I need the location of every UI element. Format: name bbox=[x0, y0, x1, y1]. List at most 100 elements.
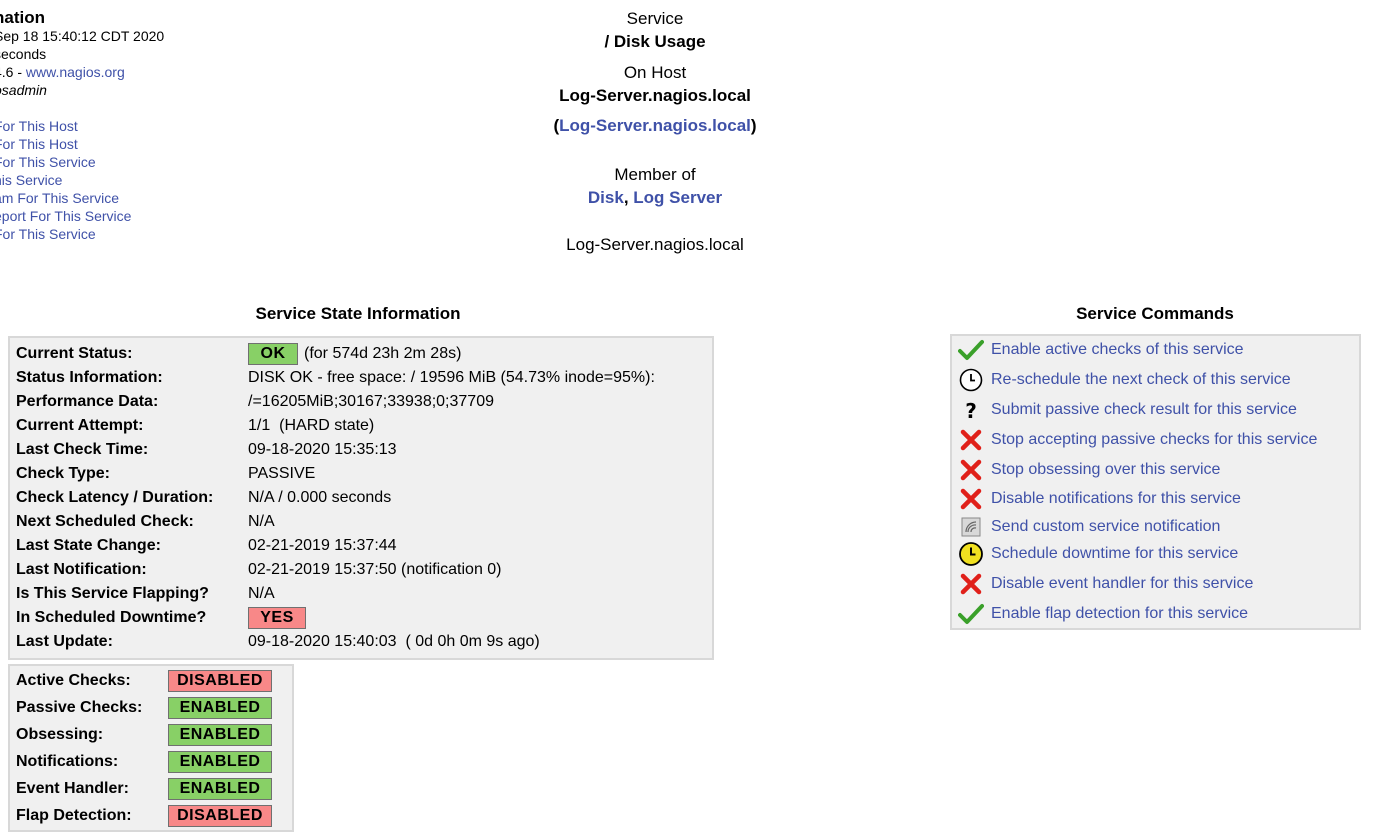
state-value: PASSIVE bbox=[248, 465, 316, 482]
nav-link-service-trends[interactable]: his Service bbox=[0, 171, 214, 189]
state-row-last-check: Last Check Time: 09-18-2020 15:35:13 bbox=[16, 438, 397, 462]
state-label: Check Latency / Duration: bbox=[16, 489, 214, 506]
flag-label: Passive Checks: bbox=[16, 699, 143, 716]
nagios-website-link[interactable]: www.nagios.org bbox=[26, 64, 125, 80]
command-enable-flap-detection[interactable]: Enable flap detection for this service bbox=[956, 600, 1248, 628]
state-value: 09-18-2020 15:40:03 ( 0d 0h 0m 9s ago) bbox=[248, 633, 540, 650]
command-disable-notifications[interactable]: Disable notifications for this service bbox=[956, 485, 1241, 513]
state-row-last-notification: Last Notification: 02-21-2019 15:37:50 (… bbox=[16, 558, 502, 582]
checkmark-icon bbox=[956, 336, 986, 364]
nav-link-alert-histogram[interactable]: am For This Service bbox=[0, 189, 214, 207]
state-row-current-attempt: Current Attempt: 1/1 (HARD state) bbox=[16, 414, 374, 438]
service-commands-panel: Enable active checks of this service Re-… bbox=[950, 334, 1361, 630]
state-label: Next Scheduled Check: bbox=[16, 513, 194, 530]
state-value: 02-21-2019 15:37:50 (notification 0) bbox=[248, 561, 502, 578]
state-value: /=16205MiB;30167;33938;0;37709 bbox=[248, 393, 494, 410]
servicegroups: Disk, Log Server bbox=[455, 186, 855, 210]
state-value: 1/1 (HARD state) bbox=[248, 417, 375, 434]
state-label: Performance Data: bbox=[16, 393, 159, 410]
command-link[interactable]: Stop accepting passive checks for this s… bbox=[991, 431, 1317, 449]
command-stop-passive-checks[interactable]: Stop accepting passive checks for this s… bbox=[956, 426, 1317, 454]
state-value: (for 574d 23h 2m 28s) bbox=[304, 345, 462, 362]
command-link[interactable]: Submit passive check result for this ser… bbox=[991, 401, 1297, 419]
nav-link-availability-report[interactable]: eport For This Service bbox=[0, 207, 214, 225]
commands-section-title: Service Commands bbox=[1076, 304, 1234, 323]
paren-close: ) bbox=[750, 116, 757, 135]
info-title: nation bbox=[0, 8, 45, 27]
state-label: Is This Service Flapping? bbox=[16, 585, 209, 602]
command-link[interactable]: Disable event handler for this service bbox=[991, 575, 1253, 593]
state-value: 02-21-2019 15:37:44 bbox=[248, 537, 397, 554]
question-icon: ? bbox=[956, 396, 986, 424]
command-link[interactable]: Send custom service notification bbox=[991, 518, 1220, 536]
state-value: N/A bbox=[248, 513, 275, 530]
cross-icon bbox=[956, 456, 986, 484]
command-link[interactable]: Schedule downtime for this service bbox=[991, 545, 1238, 563]
member-of-label: Member of bbox=[614, 165, 696, 184]
info-panel: nation Sep 18 15:40:12 CDT 2020 seconds … bbox=[0, 8, 214, 243]
cross-icon bbox=[956, 570, 986, 598]
servicegroup-link-log-server[interactable]: Log Server bbox=[633, 188, 722, 207]
group-separator: , bbox=[623, 188, 634, 207]
info-refresh: seconds bbox=[0, 46, 47, 62]
command-disable-event-handler[interactable]: Disable event handler for this service bbox=[956, 570, 1253, 598]
command-submit-passive-result[interactable]: ? Submit passive check result for this s… bbox=[956, 396, 1297, 424]
state-row-latency: Check Latency / Duration: N/A / 0.000 se… bbox=[16, 486, 391, 510]
command-send-custom-notification[interactable]: Send custom service notification bbox=[956, 513, 1220, 541]
command-stop-obsessing[interactable]: Stop obsessing over this service bbox=[956, 456, 1220, 484]
command-schedule-downtime[interactable]: Schedule downtime for this service bbox=[956, 540, 1238, 568]
command-link[interactable]: Enable active checks of this service bbox=[991, 341, 1244, 359]
flag-label: Active Checks: bbox=[16, 672, 131, 689]
state-row-last-update: Last Update: 09-18-2020 15:40:03 ( 0d 0h… bbox=[16, 630, 540, 654]
state-label: Last Notification: bbox=[16, 561, 147, 578]
flag-badge: ENABLED bbox=[168, 778, 272, 800]
host-address: Log-Server.nagios.local bbox=[566, 235, 744, 254]
flag-row-flap-detection: Flap Detection: DISABLED bbox=[16, 803, 272, 829]
command-link[interactable]: Stop obsessing over this service bbox=[991, 461, 1220, 479]
checkmark-icon bbox=[956, 600, 986, 628]
nav-link-notifications[interactable]: For This Service bbox=[0, 225, 214, 243]
state-row-current-status: Current Status: OK (for 574d 23h 2m 28s) bbox=[16, 342, 461, 366]
state-label: In Scheduled Downtime? bbox=[16, 609, 207, 626]
service-flags-table: Active Checks: DISABLED Passive Checks: … bbox=[8, 664, 294, 832]
svg-text:?: ? bbox=[965, 399, 977, 422]
state-label: Current Status: bbox=[16, 345, 133, 362]
state-label: Last Update: bbox=[16, 633, 113, 650]
nav-link-host-alerts[interactable]: For This Host bbox=[0, 135, 214, 153]
flag-badge: DISABLED bbox=[168, 670, 272, 692]
flag-row-notifications: Notifications: ENABLED bbox=[16, 749, 272, 775]
state-value: 09-18-2020 15:35:13 bbox=[248, 441, 397, 458]
nav-link-host-status[interactable]: For This Host bbox=[0, 117, 214, 135]
service-state-table: Current Status: OK (for 574d 23h 2m 28s)… bbox=[8, 336, 714, 660]
command-reschedule-check[interactable]: Re-schedule the next check of this servi… bbox=[956, 366, 1291, 394]
nav-link-service-alerts[interactable]: For This Service bbox=[0, 153, 214, 171]
info-last-updated: Sep 18 15:40:12 CDT 2020 bbox=[0, 28, 165, 44]
state-row-status-info: Status Information: DISK OK - free space… bbox=[16, 366, 655, 390]
notification-icon bbox=[956, 513, 986, 541]
info-version: 4.6 - www.nagios.org bbox=[0, 63, 214, 81]
command-link[interactable]: Enable flap detection for this service bbox=[991, 605, 1248, 623]
nav-links: For This Host For This Host For This Ser… bbox=[0, 117, 214, 243]
command-link[interactable]: Re-schedule the next check of this servi… bbox=[991, 371, 1291, 389]
host-link-line: (Log-Server.nagios.local) bbox=[455, 114, 855, 138]
flag-badge: ENABLED bbox=[168, 724, 272, 746]
flag-badge: ENABLED bbox=[168, 697, 272, 719]
flag-row-event-handler: Event Handler: ENABLED bbox=[16, 776, 272, 802]
command-enable-active-checks[interactable]: Enable active checks of this service bbox=[956, 336, 1244, 364]
flag-label: Notifications: bbox=[16, 753, 119, 770]
state-row-check-type: Check Type: PASSIVE bbox=[16, 462, 315, 486]
command-link[interactable]: Disable notifications for this service bbox=[991, 490, 1241, 508]
on-host-label: On Host bbox=[623, 63, 687, 82]
host-name: Log-Server.nagios.local bbox=[559, 86, 751, 105]
state-label: Current Attempt: bbox=[16, 417, 144, 434]
state-label: Status Information: bbox=[16, 369, 163, 386]
info-user: osadmin bbox=[0, 82, 47, 98]
servicegroup-link-disk[interactable]: Disk bbox=[588, 188, 624, 207]
host-link[interactable]: Log-Server.nagios.local bbox=[559, 116, 751, 135]
state-row-next-check: Next Scheduled Check: N/A bbox=[16, 510, 275, 534]
downtime-badge: YES bbox=[248, 607, 306, 629]
state-row-downtime: In Scheduled Downtime? YES bbox=[16, 606, 306, 630]
flag-label: Obsessing: bbox=[16, 726, 104, 743]
status-badge: OK bbox=[248, 343, 298, 365]
state-label: Last State Change: bbox=[16, 537, 161, 554]
